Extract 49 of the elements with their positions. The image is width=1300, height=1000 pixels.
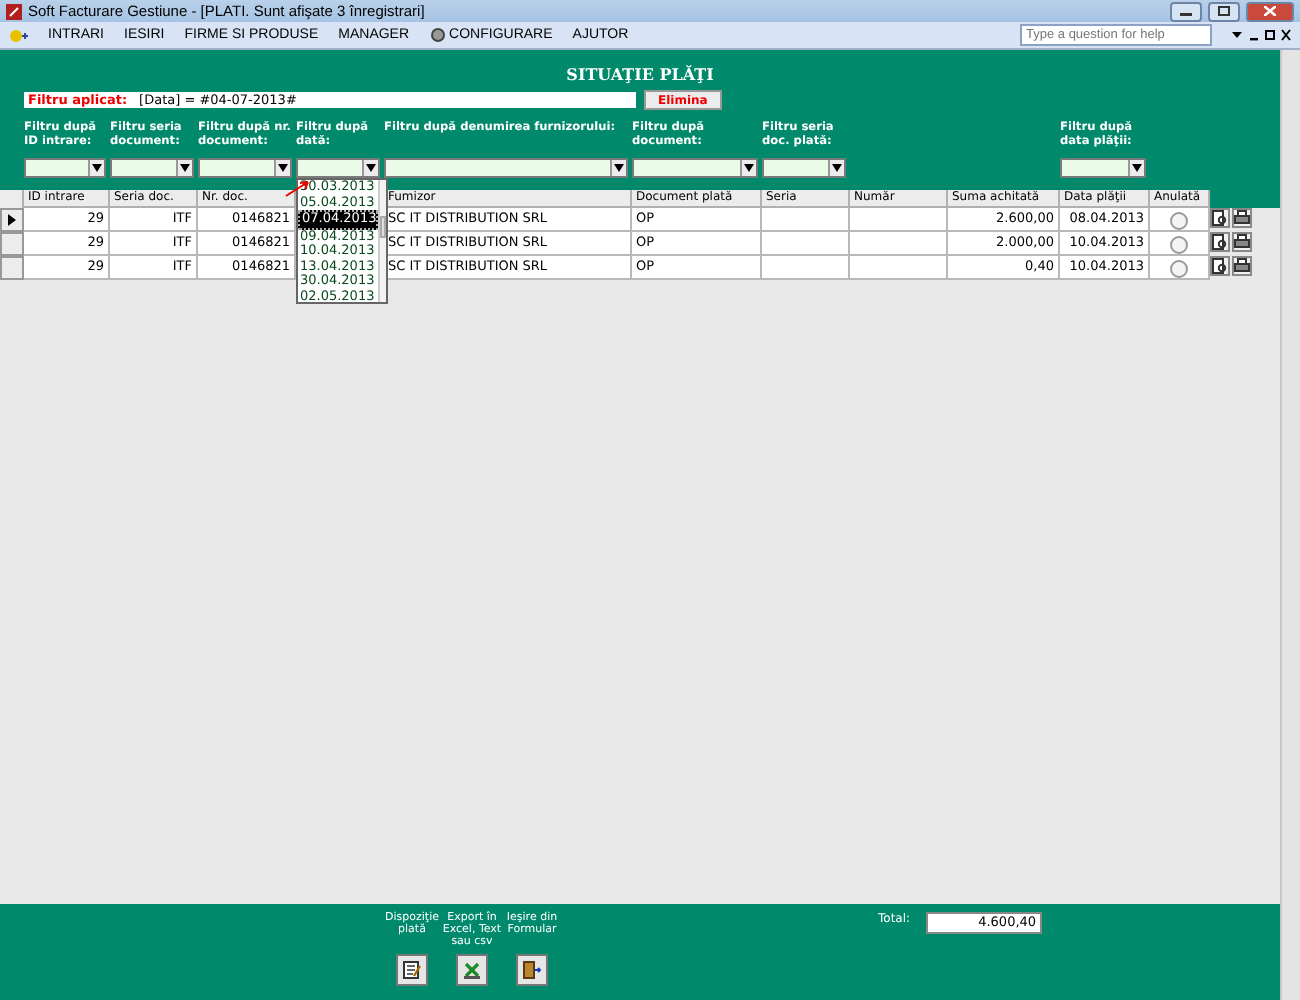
toolbar-grip-icon bbox=[8, 27, 28, 43]
table-cell bbox=[762, 256, 850, 280]
door-exit-icon bbox=[522, 960, 542, 980]
cancelled-radio[interactable] bbox=[1170, 260, 1188, 278]
scrollbar[interactable] bbox=[1280, 50, 1300, 1000]
filter-dropdown[interactable] bbox=[110, 158, 194, 178]
document-edit-icon bbox=[402, 960, 422, 980]
filter-dropdown[interactable] bbox=[762, 158, 846, 178]
maximize-button[interactable] bbox=[1208, 1, 1240, 21]
table-cell bbox=[850, 232, 948, 256]
scrollbar[interactable] bbox=[378, 180, 386, 302]
window-controls-icon[interactable] bbox=[1232, 28, 1292, 42]
close-icon bbox=[1264, 6, 1276, 16]
dropdown-arrow-icon bbox=[1132, 164, 1142, 172]
filter-dropdown[interactable] bbox=[198, 158, 292, 178]
table-cell bbox=[850, 256, 948, 280]
filter-dropdown[interactable] bbox=[1060, 158, 1146, 178]
minimize-button[interactable] bbox=[1170, 1, 1202, 21]
filter-dropdown[interactable] bbox=[24, 158, 106, 178]
dropdown-arrow-icon bbox=[278, 164, 288, 172]
table-cell bbox=[762, 232, 850, 256]
app-icon bbox=[6, 3, 22, 19]
dropdown-arrow-icon bbox=[832, 164, 842, 172]
print-button[interactable] bbox=[1232, 232, 1252, 252]
dropdown-arrow-icon bbox=[614, 164, 624, 172]
dropdown-arrow-icon bbox=[366, 164, 376, 172]
dropdown-arrow-icon bbox=[92, 164, 102, 172]
table-cell bbox=[850, 208, 948, 232]
payment-button[interactable] bbox=[396, 954, 428, 986]
preview-button[interactable] bbox=[1210, 232, 1230, 252]
print-button[interactable] bbox=[1232, 256, 1252, 276]
exit-button[interactable] bbox=[516, 954, 548, 986]
export-button[interactable] bbox=[456, 954, 488, 986]
table-cell bbox=[762, 208, 850, 232]
form-title: SITUAŢIE PLĂŢI bbox=[564, 62, 716, 88]
close-button[interactable] bbox=[1246, 1, 1294, 21]
cancelled-radio[interactable] bbox=[1170, 212, 1188, 230]
maximize-icon bbox=[1218, 6, 1230, 16]
gear-icon bbox=[429, 28, 446, 42]
cancelled-radio[interactable] bbox=[1170, 236, 1188, 254]
preview-button[interactable] bbox=[1210, 256, 1230, 276]
header-corner bbox=[0, 190, 24, 208]
current-row-icon bbox=[8, 214, 16, 226]
dropdown-arrow-icon bbox=[180, 164, 190, 172]
print-button[interactable] bbox=[1232, 208, 1252, 228]
preview-button[interactable] bbox=[1210, 208, 1230, 228]
record-selector[interactable] bbox=[0, 208, 24, 232]
spreadsheet-export-icon bbox=[462, 960, 482, 980]
dropdown-arrow-icon bbox=[744, 164, 754, 172]
